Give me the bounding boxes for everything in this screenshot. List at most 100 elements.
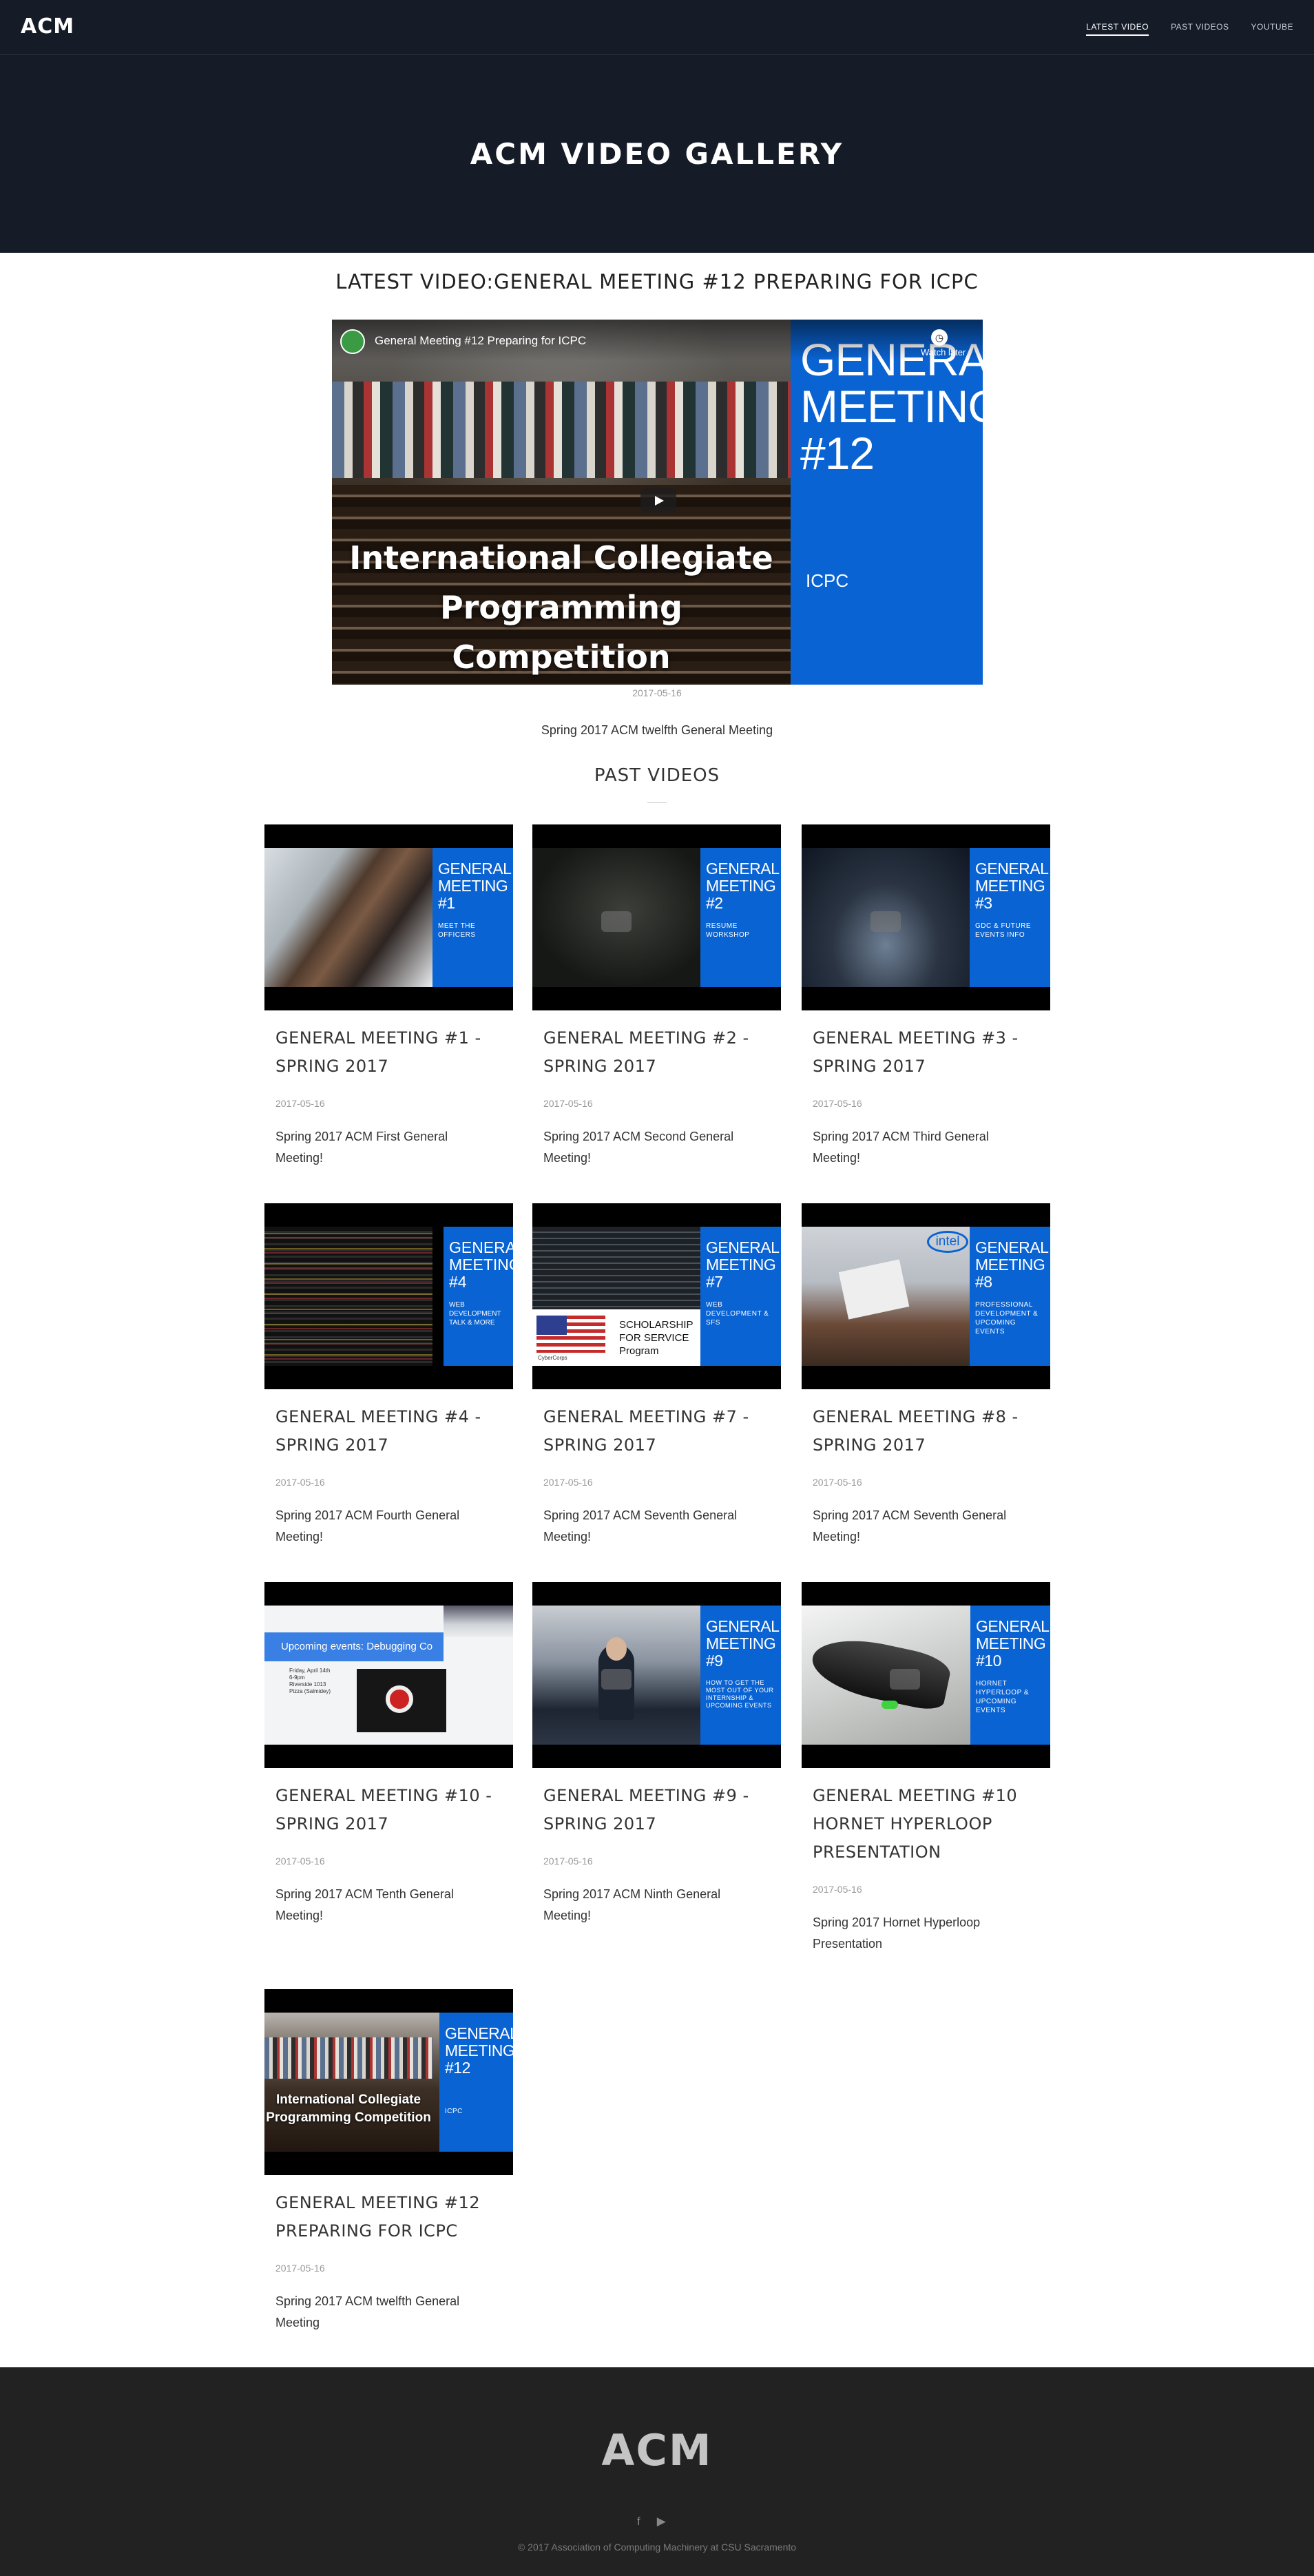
video-thumbnail[interactable]: GENERAL MEETING #1 MEET THE OFFICERS: [264, 824, 513, 1010]
video-thumbnail[interactable]: GENERAL MEETING #2 RESUME WORKSHOP: [532, 824, 781, 1010]
intel-logo: intel: [927, 1231, 968, 1253]
thumbnail-title: GENERAL MEETING #12: [445, 2024, 513, 2077]
thumbnail-tag: WEB DEVELOPMENT & SFS: [706, 1301, 769, 1327]
copyright: © 2017 Association of Computing Machiner…: [517, 2542, 797, 2553]
video-card-date: 2017-05-16: [813, 1477, 862, 1488]
thumbnail-overlay-caption: International Collegiate Programming Com…: [266, 2092, 431, 2125]
video-card-date: 2017-05-16: [275, 1856, 325, 1867]
thumbnail-title: GENERAL MEETING #1: [438, 860, 511, 912]
video-card[interactable]: GENERAL MEETING #4 WEB DEVELOPMENT TALK &…: [264, 1203, 513, 1548]
video-card[interactable]: GENERAL MEETING #10 HORNET HYPERLOOP & UP…: [802, 1582, 1050, 1955]
video-card-description: Spring 2017 ACM Fourth General Meeting!: [275, 1508, 460, 1544]
video-card-date: 2017-05-16: [543, 1856, 593, 1867]
video-card-description: Spring 2017 ACM twelfth General Meeting: [275, 2294, 460, 2329]
thumbnail-title: GENERAL MEETING #4: [449, 1238, 513, 1291]
video-card-description: Spring 2017 ACM Third General Meeting!: [813, 1130, 989, 1165]
latest-video-heading: LATEST VIDEO:GENERAL MEETING #12 PREPARI…: [335, 270, 979, 293]
thumbnail-label-panel: GENERAL MEETING #7 WEB DEVELOPMENT & SFS: [700, 1227, 781, 1366]
group-photo-image: [264, 2013, 439, 2152]
play-icon: [601, 911, 632, 932]
play-button[interactable]: [640, 488, 676, 513]
video-card-title[interactable]: GENERAL MEETING #8 -SPRING 2017: [813, 1403, 1050, 1460]
video-card-description: Spring 2017 ACM Tenth General Meeting!: [275, 1887, 454, 1922]
video-card-title[interactable]: GENERAL MEETING #7 -SPRING 2017: [543, 1403, 781, 1460]
footer: ACM f ▶ © 2017 Association of Computing …: [0, 2367, 1314, 2576]
site-logo[interactable]: ACM: [21, 14, 74, 39]
play-icon: [870, 911, 901, 932]
pod-light: [882, 1701, 898, 1709]
nav-link-youtube[interactable]: YOUTUBE: [1251, 22, 1293, 36]
video-card-date: 2017-05-16: [275, 1098, 325, 1109]
latest-video-player[interactable]: International Collegiate Programming Com…: [332, 320, 983, 685]
video-card-title[interactable]: GENERAL MEETING #2 -SPRING 2017: [543, 1024, 781, 1081]
video-card-description: Spring 2017 ACM Seventh General Meeting!: [813, 1508, 1007, 1544]
video-card[interactable]: GENERAL MEETING #3 GDC & FUTURE EVENTS IN…: [802, 824, 1050, 1169]
video-thumbnail[interactable]: GENERAL MEETING #9 HOW TO GET THE MOST OU…: [532, 1582, 781, 1768]
slide-bullet: Riverside 1013: [289, 1681, 326, 1687]
thumbnail-tag: HORNET HYPERLOOP & UPCOMING EVENTS: [976, 1680, 1030, 1714]
nav-link-latest-video[interactable]: LATEST VIDEO: [1086, 22, 1149, 36]
video-card-date: 2017-05-16: [813, 1098, 862, 1109]
facebook-icon[interactable]: f: [637, 2515, 640, 2528]
slide-bullet: Pizza (Salmidey): [289, 1688, 331, 1694]
video-card[interactable]: International Collegiate Programming Com…: [264, 1989, 513, 2334]
video-thumbnail[interactable]: International Collegiate Programming Com…: [264, 1989, 513, 2175]
video-thumbnail[interactable]: GENERAL MEETING #3 GDC & FUTURE EVENTS IN…: [802, 824, 1050, 1010]
thumbnail-tag: ICPC: [445, 2108, 463, 2115]
thumbnail-title: GENERAL MEETING #2: [706, 860, 779, 912]
video-thumbnail[interactable]: GENERAL MEETING #4 WEB DEVELOPMENT TALK &…: [264, 1203, 513, 1389]
video-card-description: Spring 2017 ACM First General Meeting!: [275, 1130, 448, 1165]
thumbnail-label-panel: GENERAL MEETING #8 PROFESSIONAL DEVELOPME…: [970, 1227, 1050, 1366]
video-thumbnail[interactable]: intel GENERAL MEETING #8 PROFESSIONAL DEV…: [802, 1203, 1050, 1389]
video-title-panel: GENERAL MEETING #12 ICPC: [791, 320, 983, 685]
youtube-icon[interactable]: ▶: [657, 2515, 666, 2528]
thumbnail-tag: HOW TO GET THE MOST OUT OF YOUR INTERNSH…: [706, 1679, 774, 1709]
thumbnail-tag: GDC & FUTURE EVENTS INFO: [975, 922, 1031, 939]
video-card-title[interactable]: GENERAL MEETING #3 -SPRING 2017: [813, 1024, 1050, 1081]
thumbnail-title: GENERAL MEETING #8: [975, 1238, 1048, 1291]
latest-video-description: Spring 2017 ACM twelfth General Meeting: [541, 723, 773, 737]
thumbnail-label-panel: GENERAL MEETING #9 HOW TO GET THE MOST OU…: [700, 1606, 781, 1745]
slide-bullet: 6-9pm: [289, 1674, 305, 1681]
footer-logo: ACM: [601, 2425, 713, 2475]
video-card-title[interactable]: GENERAL MEETING #4 -SPRING 2017: [275, 1403, 513, 1460]
video-card[interactable]: GENERAL MEETING #9 HOW TO GET THE MOST OU…: [532, 1582, 781, 1926]
video-card[interactable]: Upcoming events: Debugging Co Friday, Ap…: [264, 1582, 513, 1926]
section-divider: [647, 802, 667, 803]
video-card[interactable]: SCHOLARSHIP FOR SERVICE Program CyberCor…: [532, 1203, 781, 1548]
code-lines: [264, 1227, 432, 1366]
nav-link-past-videos[interactable]: PAST VIDEOS: [1171, 22, 1229, 36]
video-card[interactable]: GENERAL MEETING #2 RESUME WORKSHOP GENERA…: [532, 824, 781, 1169]
hero-banner: ACM VIDEO GALLERY: [0, 55, 1314, 253]
slide-bullets: Friday, April 14th 6-9pm Riverside 1013 …: [289, 1668, 331, 1695]
thumbnail-tag: MEET THE OFFICERS: [438, 922, 476, 939]
player-video-title[interactable]: General Meeting #12 Preparing for ICPC: [375, 334, 586, 348]
clock-icon[interactable]: ◷: [931, 329, 948, 346]
page-title: ACM VIDEO GALLERY: [470, 137, 844, 171]
thumbnail-tag: WEB DEVELOPMENT TALK & MORE: [449, 1301, 501, 1327]
thumbnail-label-panel: GENERAL MEETING #3 GDC & FUTURE EVENTS IN…: [970, 848, 1050, 987]
thumbnail-label-panel: GENERAL MEETING #10 HORNET HYPERLOOP & UP…: [970, 1606, 1050, 1745]
handshake-image: [264, 848, 432, 987]
video-card[interactable]: GENERAL MEETING #1 MEET THE OFFICERS GENE…: [264, 824, 513, 1169]
code-screen-image: [532, 1227, 700, 1309]
video-card[interactable]: intel GENERAL MEETING #8 PROFESSIONAL DEV…: [802, 1203, 1050, 1548]
thumbnail-title: GENERAL MEETING #7: [706, 1238, 779, 1291]
video-card-title[interactable]: GENERAL MEETING #12 PREPARING FOR ICPC: [275, 2189, 513, 2245]
classroom-image: [444, 1606, 513, 1637]
thumbnail-title: GENERAL MEETING #3: [975, 860, 1048, 912]
video-thumbnail[interactable]: Upcoming events: Debugging Co Friday, Ap…: [264, 1582, 513, 1768]
video-card-description: Spring 2017 ACM Second General Meeting!: [543, 1130, 734, 1165]
video-card-title[interactable]: GENERAL MEETING #1 -SPRING 2017: [275, 1024, 513, 1081]
watch-later-label[interactable]: Watch later: [921, 347, 966, 357]
video-card-title[interactable]: GENERAL MEETING #9 -SPRING 2017: [543, 1782, 781, 1838]
channel-avatar-icon[interactable]: [340, 329, 365, 354]
slide-bullet: Friday, April 14th: [289, 1668, 331, 1674]
video-thumbnail[interactable]: SCHOLARSHIP FOR SERVICE Program CyberCor…: [532, 1203, 781, 1389]
video-card-date: 2017-05-16: [543, 1098, 593, 1109]
cybercorps-label: CyberCorps: [538, 1355, 567, 1361]
video-thumbnail[interactable]: GENERAL MEETING #10 HORNET HYPERLOOP & UP…: [802, 1582, 1050, 1768]
video-card-title[interactable]: GENERAL MEETING #10 -SPRING 2017: [275, 1782, 513, 1838]
bug-icon: [386, 1685, 413, 1713]
video-card-title[interactable]: GENERAL MEETING #10 HORNET HYPERLOOP PRE…: [813, 1782, 1050, 1867]
